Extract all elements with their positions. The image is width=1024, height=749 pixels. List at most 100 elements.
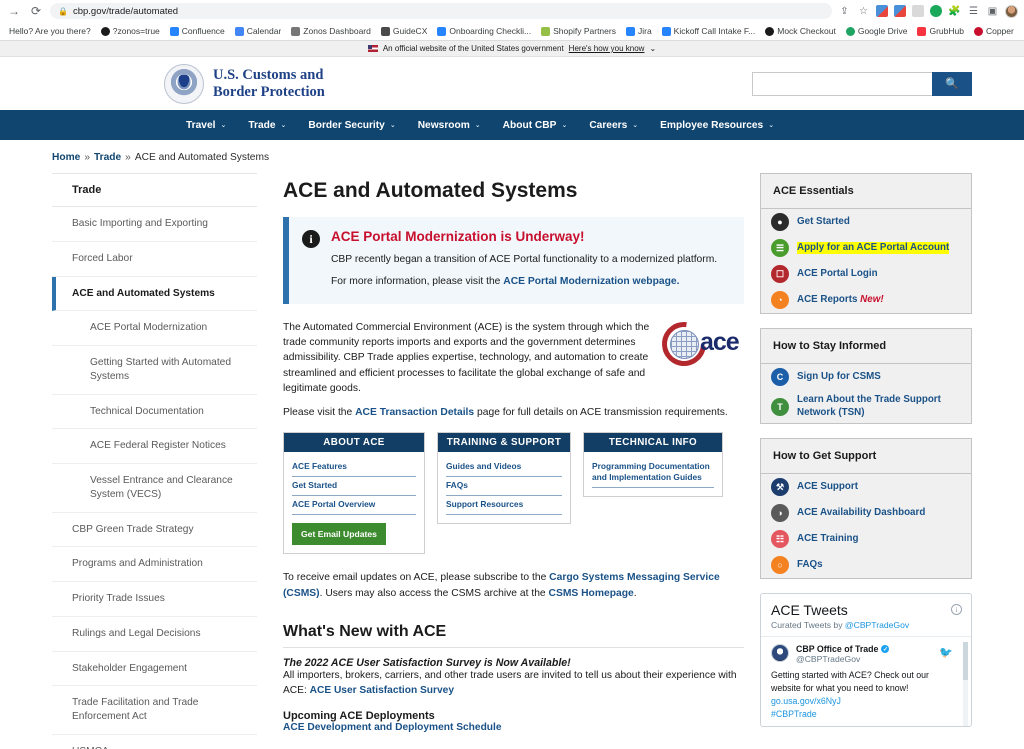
sidebar-item-priority-trade-issues[interactable]: Priority Trade Issues bbox=[52, 582, 257, 617]
extension-icon-4[interactable] bbox=[930, 5, 942, 17]
omnibar-row: → ⟳ 🔒 cbp.gov/trade/automated ⇪ ☆ 🧩 ☰ ▣ bbox=[0, 0, 1024, 22]
breadcrumb-home[interactable]: Home bbox=[52, 152, 80, 163]
nav-item-travel[interactable]: Travel⌄ bbox=[175, 110, 237, 140]
sidebar-link-apply-for-an-ace-portal-account[interactable]: ☰Apply for an ACE Portal Account bbox=[761, 235, 971, 261]
sidebar-link-get-started[interactable]: ●Get Started bbox=[761, 209, 971, 235]
jira-icon bbox=[626, 27, 635, 36]
tweet-url-link[interactable]: go.usa.gov/x6NyJ bbox=[771, 696, 841, 706]
extension-icon-2[interactable] bbox=[894, 5, 906, 17]
tweet-hashtag-link[interactable]: #CBPTrade bbox=[771, 708, 961, 721]
resource-card-link[interactable]: ACE Portal Overview bbox=[292, 496, 416, 515]
sidebar-link-faqs[interactable]: ○FAQs bbox=[761, 552, 971, 578]
sidebar-link-ace-support[interactable]: ⚒ACE Support bbox=[761, 474, 971, 500]
sidebar-link-ace-availability-dashboard[interactable]: ◑ACE Availability Dashboard bbox=[761, 500, 971, 526]
forward-button[interactable]: → bbox=[6, 3, 22, 19]
deployment-schedule-link[interactable]: ACE Development and Deployment Schedule bbox=[283, 722, 744, 733]
get-email-updates-button[interactable]: Get Email Updates bbox=[292, 523, 386, 545]
tweets-subtitle: Curated Tweets by @CBPTradeGov bbox=[771, 620, 961, 630]
bookmark-item[interactable]: Onboarding Checkli... bbox=[434, 25, 534, 37]
sidebar-panel-heading: How to Get Support bbox=[761, 439, 971, 474]
sidebar-link-ace-portal-login[interactable]: ☐ACE Portal Login bbox=[761, 261, 971, 287]
sidebar-item-ace-federal-register-notices[interactable]: ACE Federal Register Notices bbox=[52, 429, 257, 464]
bookmark-item[interactable]: Shopify Partners bbox=[538, 25, 619, 37]
sidebar-item-forced-labor[interactable]: Forced Labor bbox=[52, 242, 257, 277]
sidebar-item-vessel-entrance-and-clearance-system-vecs[interactable]: Vessel Entrance and Clearance System (VE… bbox=[52, 464, 257, 513]
bookmark-item[interactable]: Copper bbox=[971, 25, 1017, 37]
confluence-icon bbox=[662, 27, 671, 36]
search-input[interactable] bbox=[752, 72, 932, 96]
sidebar-item-rulings-and-legal-decisions[interactable]: Rulings and Legal Decisions bbox=[52, 617, 257, 652]
sidebar-item-ace-portal-modernization[interactable]: ACE Portal Modernization bbox=[52, 311, 257, 346]
bookmark-item[interactable]: GuideCX bbox=[378, 25, 431, 37]
nav-item-trade[interactable]: Trade⌄ bbox=[237, 110, 297, 140]
resource-card-body: Guides and VideosFAQsSupport Resources bbox=[438, 452, 570, 523]
resource-card-link[interactable]: Get Started bbox=[292, 477, 416, 496]
bookmark-item[interactable]: Mock Checkout bbox=[762, 25, 839, 37]
search-button[interactable]: 🔍 bbox=[932, 72, 972, 96]
resource-card-link[interactable]: Guides and Videos bbox=[446, 458, 562, 477]
nav-item-about-cbp[interactable]: About CBP⌄ bbox=[492, 110, 579, 140]
tools-icon: ⚒ bbox=[771, 478, 789, 496]
bookmark-item[interactable]: Zonos Dashboard bbox=[288, 25, 374, 37]
bookmark-item[interactable]: GrubHub bbox=[914, 25, 967, 37]
sidebar-item-ace-and-automated-systems[interactable]: ACE and Automated Systems bbox=[52, 277, 257, 312]
sidebar-link-ace-reports[interactable]: ◔ACE Reports New! bbox=[761, 287, 971, 313]
reload-button[interactable]: ⟳ bbox=[28, 3, 44, 19]
sidebar-item-usmca[interactable]: USMCA bbox=[52, 735, 257, 749]
sidebar-item-trade-facilitation-and-trade-enforcement-act[interactable]: Trade Facilitation and Trade Enforcement… bbox=[52, 686, 257, 735]
sidebar-link-label: Learn About the Trade Support Network (T… bbox=[797, 394, 961, 419]
sidebar-link-ace-training[interactable]: ☷ACE Training bbox=[761, 526, 971, 552]
bookmark-item[interactable]: Calendar bbox=[232, 25, 285, 37]
survey-link[interactable]: ACE User Satisfaction Survey bbox=[310, 685, 454, 696]
sidebar-link-sign-up-for-csms[interactable]: CSign Up for CSMS bbox=[761, 364, 971, 390]
nav-item-newsroom[interactable]: Newsroom⌄ bbox=[407, 110, 492, 140]
bookmark-item[interactable]: Hello? Are you there? bbox=[6, 25, 94, 37]
sidebar-item-cbp-green-trade-strategy[interactable]: CBP Green Trade Strategy bbox=[52, 513, 257, 548]
nav-item-border-security[interactable]: Border Security⌄ bbox=[297, 110, 406, 140]
extension-icon-3[interactable] bbox=[912, 5, 924, 17]
ace-portal-modernization-link[interactable]: ACE Portal Modernization webpage. bbox=[503, 276, 679, 287]
cbp-logo[interactable]: U.S. Customs and Border Protection bbox=[164, 64, 325, 104]
sidebar-item-getting-started-with-automated-systems[interactable]: Getting Started with Automated Systems bbox=[52, 346, 257, 395]
gov-banner-text: An official website of the United States… bbox=[383, 44, 564, 53]
nav-item-employee-resources[interactable]: Employee Resources⌄ bbox=[649, 110, 785, 140]
sidebar-link-learn-about-the-trade-support-network-tsn[interactable]: TLearn About the Trade Support Network (… bbox=[761, 390, 971, 423]
circle-icon bbox=[291, 27, 300, 36]
breadcrumb-trade[interactable]: Trade bbox=[94, 152, 121, 163]
verified-badge-icon: ✓ bbox=[881, 645, 889, 653]
bookmark-star-icon[interactable]: ☆ bbox=[857, 5, 870, 18]
breadcrumb-separator-2: » bbox=[125, 152, 131, 163]
sidebar-item-stakeholder-engagement[interactable]: Stakeholder Engagement bbox=[52, 652, 257, 687]
bookmark-item[interactable]: Jira bbox=[623, 25, 655, 37]
tweets-handle-link[interactable]: @CBPTradeGov bbox=[845, 620, 909, 630]
deployments-heading: Upcoming ACE Deployments bbox=[283, 710, 744, 722]
resource-card-link[interactable]: Support Resources bbox=[446, 496, 562, 515]
nav-item-careers[interactable]: Careers⌄ bbox=[578, 110, 649, 140]
extension-puzzle-icon[interactable]: 🧩 bbox=[948, 5, 961, 18]
bookmark-item[interactable]: ?zonos=true bbox=[98, 25, 163, 37]
chevron-down-icon: ⌄ bbox=[561, 121, 567, 129]
share-icon[interactable]: ⇪ bbox=[838, 5, 851, 18]
csms-homepage-link[interactable]: CSMS Homepage bbox=[549, 588, 634, 599]
how-you-know-link[interactable]: Here's how you know bbox=[569, 44, 645, 53]
resource-card-link[interactable]: ACE Features bbox=[292, 458, 416, 477]
resource-card-link[interactable]: FAQs bbox=[446, 477, 562, 496]
sidebar-item-technical-documentation[interactable]: Technical Documentation bbox=[52, 395, 257, 430]
sidebar-panel-icon[interactable]: ▣ bbox=[986, 5, 999, 18]
extension-icon-1[interactable] bbox=[876, 5, 888, 17]
bookmark-item[interactable]: Confluence bbox=[167, 25, 228, 37]
profile-avatar[interactable] bbox=[1005, 5, 1018, 18]
bookmark-item[interactable]: Kickoff Call Intake F... bbox=[659, 25, 759, 37]
chevron-down-icon[interactable]: ⌄ bbox=[649, 44, 656, 53]
address-bar[interactable]: 🔒 cbp.gov/trade/automated bbox=[50, 3, 832, 19]
sidebar-item-programs-and-administration[interactable]: Programs and Administration bbox=[52, 547, 257, 582]
ace-transaction-details-link[interactable]: ACE Transaction Details bbox=[355, 407, 474, 418]
resource-card-link[interactable]: Programming Documentation and Implementa… bbox=[592, 458, 714, 488]
tweets-scrollbar[interactable] bbox=[963, 642, 968, 726]
sidebar-link-text: ACE Availability Dashboard bbox=[797, 507, 925, 518]
bookmark-item[interactable]: Google Drive bbox=[843, 25, 911, 37]
document-icon: ☰ bbox=[771, 239, 789, 257]
list-music-icon[interactable]: ☰ bbox=[967, 5, 980, 18]
lock-icon: 🔒 bbox=[58, 7, 68, 16]
sidebar-item-basic-importing-and-exporting[interactable]: Basic Importing and Exporting bbox=[52, 207, 257, 242]
